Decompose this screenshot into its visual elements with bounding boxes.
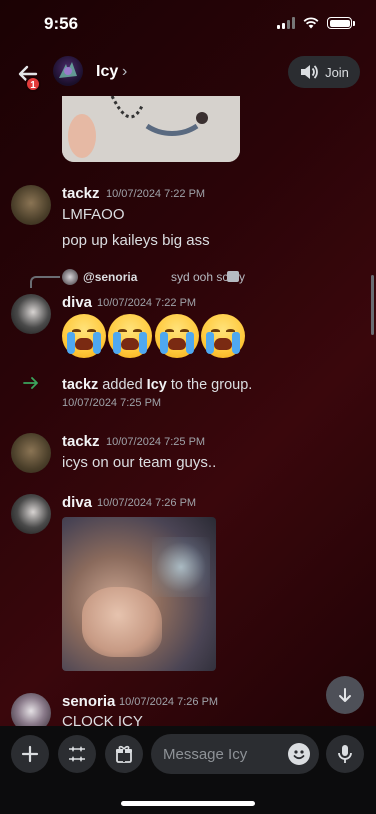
loudly-crying-face-icon — [201, 314, 245, 358]
apps-button[interactable] — [58, 735, 96, 773]
message-timestamp: 10/07/2024 7:22 PM — [106, 188, 206, 200]
message-author[interactable]: tackz — [62, 185, 100, 202]
signal-icon — [277, 17, 295, 29]
message-composer — [0, 726, 376, 814]
apps-sparkle-icon — [69, 746, 85, 762]
emoji-picker-icon[interactable] — [288, 743, 310, 765]
scrollbar[interactable] — [371, 275, 374, 335]
system-action: added — [98, 377, 147, 393]
chat-title[interactable]: Icy — [96, 63, 118, 81]
message-text: LMFAOO — [62, 206, 125, 223]
message-timestamp: 10/07/2024 7:26 PM — [119, 696, 219, 708]
gift-icon — [116, 745, 132, 763]
loudly-crying-face-icon — [108, 314, 152, 358]
reply-mention[interactable]: @senoria — [83, 270, 137, 284]
chevron-right-icon[interactable]: › — [122, 63, 127, 81]
gift-button[interactable] — [105, 735, 143, 773]
plus-icon — [21, 745, 39, 763]
jump-to-bottom-button[interactable] — [326, 676, 364, 714]
voice-message-button[interactable] — [326, 735, 364, 773]
join-voice-button[interactable]: Join — [288, 56, 360, 88]
message-text: icys on our team guys.. — [62, 454, 217, 471]
avatar[interactable] — [11, 294, 51, 334]
reply-connector — [30, 276, 60, 288]
home-indicator[interactable] — [121, 801, 255, 806]
message-list[interactable]: tackz 10/07/2024 7:22 PM LMFAOO pop up k… — [0, 96, 376, 726]
photo-art — [62, 96, 240, 162]
message-timestamp: 10/07/2024 7:22 PM — [97, 297, 197, 309]
message-author[interactable]: senoria — [62, 693, 115, 710]
system-suffix: to the group. — [166, 377, 253, 393]
avatar-art — [59, 62, 77, 78]
member-join-arrow-icon — [23, 377, 38, 389]
status-time: 9:56 — [44, 14, 79, 33]
attach-button[interactable] — [11, 735, 49, 773]
wifi-icon — [303, 17, 319, 29]
image-attachment[interactable] — [62, 517, 216, 671]
system-timestamp: 10/07/2024 7:25 PM — [62, 397, 162, 409]
status-icons — [277, 17, 355, 29]
message-timestamp: 10/07/2024 7:26 PM — [97, 497, 197, 509]
avatar[interactable] — [11, 494, 51, 534]
message-input[interactable] — [163, 744, 283, 764]
loudly-crying-face-icon — [62, 314, 106, 358]
image-icon — [227, 271, 239, 282]
unread-badge: 1 — [25, 76, 41, 92]
system-target[interactable]: Icy — [147, 377, 167, 393]
status-bar: 9:56 — [0, 0, 376, 50]
avatar[interactable] — [11, 433, 51, 473]
avatar[interactable] — [11, 693, 51, 726]
reply-avatar — [62, 269, 78, 285]
avatar[interactable] — [11, 185, 51, 225]
loudly-crying-face-icon — [155, 314, 199, 358]
image-attachment[interactable] — [62, 96, 240, 162]
group-avatar[interactable] — [53, 56, 83, 86]
message-author[interactable]: diva — [62, 294, 92, 311]
join-label: Join — [325, 64, 349, 80]
system-message: tackz added Icy to the group. — [62, 377, 252, 393]
message-text: pop up kaileys big ass — [62, 232, 210, 249]
chat-header: 1 Icy › Join — [0, 50, 376, 96]
message-input-wrapper — [151, 734, 319, 774]
microphone-icon — [338, 745, 352, 763]
message-timestamp: 10/07/2024 7:25 PM — [106, 436, 206, 448]
speaker-icon — [301, 65, 318, 79]
battery-icon — [327, 17, 355, 29]
system-actor[interactable]: tackz — [62, 377, 98, 393]
message-author[interactable]: diva — [62, 494, 92, 511]
message-author[interactable]: tackz — [62, 433, 100, 450]
arrow-down-icon — [339, 688, 351, 702]
message-text: CLOCK ICY — [62, 713, 143, 726]
smiley-face — [293, 750, 305, 760]
